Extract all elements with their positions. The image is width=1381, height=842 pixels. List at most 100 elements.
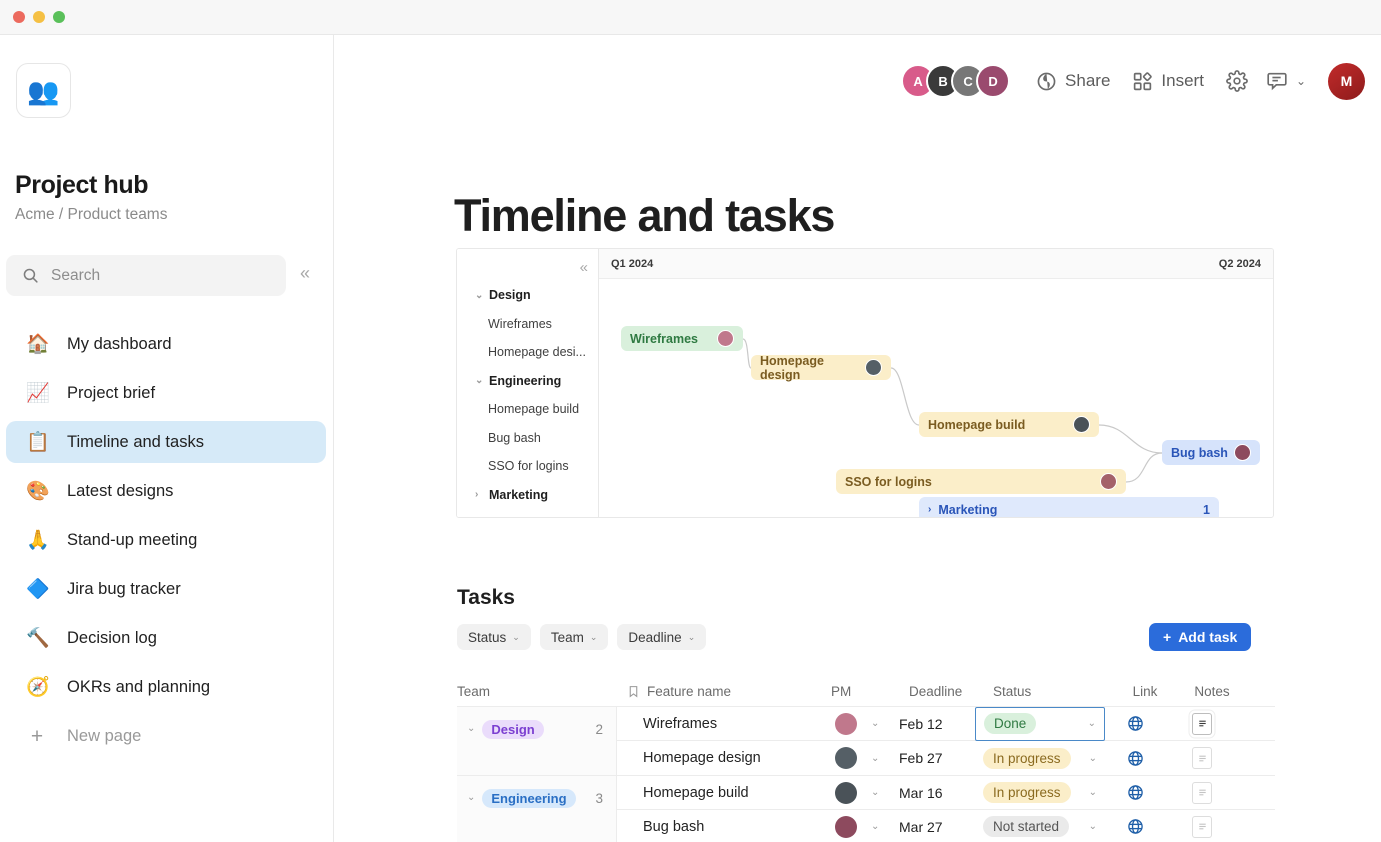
cell-link[interactable]: [1105, 818, 1165, 835]
chevron-down-icon[interactable]: ⌄: [467, 792, 475, 803]
chevron-right-icon: ›: [475, 489, 479, 501]
cell-notes[interactable]: [1165, 815, 1239, 838]
gantt-bar-sso-for-logins[interactable]: SSO for logins: [836, 469, 1126, 494]
column-header-feature-name[interactable]: Feature name: [627, 684, 831, 699]
chevron-down-icon[interactable]: ⌄: [871, 753, 899, 764]
cell-notes[interactable]: [1165, 712, 1239, 735]
gantt-bar-homepage-build[interactable]: Homepage build: [919, 412, 1099, 437]
minimize-window-button[interactable]: [33, 11, 45, 23]
cell-notes[interactable]: [1165, 781, 1239, 804]
table-row[interactable]: Bug bash ⌄ Mar 27 Not started ⌄: [617, 810, 1275, 842]
note-icon[interactable]: [1192, 781, 1212, 804]
window-titlebar: [0, 0, 1381, 35]
table-row[interactable]: Homepage design ⌄ Feb 27 In progress ⌄: [617, 741, 1275, 775]
share-button[interactable]: Share: [1036, 71, 1110, 92]
chevron-down-icon: ⌄: [475, 289, 484, 301]
cell-pm[interactable]: [821, 781, 871, 804]
cell-pm[interactable]: [821, 712, 871, 735]
column-header-deadline[interactable]: Deadline: [909, 684, 985, 699]
collapse-sidebar-button[interactable]: «: [300, 263, 310, 284]
add-task-label: Add task: [1178, 629, 1238, 645]
sidebar-item-jira-bug-tracker[interactable]: 🔷 Jira bug tracker: [6, 568, 326, 610]
maximize-window-button[interactable]: [53, 11, 65, 23]
cell-pm[interactable]: [821, 747, 871, 769]
sidebar-item-latest-designs[interactable]: 🎨 Latest designs: [6, 470, 326, 512]
cell-status[interactable]: In progress ⌄: [975, 776, 1105, 810]
cell-status[interactable]: In progress ⌄: [975, 741, 1105, 775]
profile-avatar[interactable]: M: [1328, 62, 1365, 100]
chevron-down-icon[interactable]: ⌄: [1089, 787, 1097, 798]
column-header-status[interactable]: Status: [985, 684, 1115, 699]
cell-deadline[interactable]: Mar 27: [899, 819, 975, 835]
gantt-bar-wireframes[interactable]: Wireframes: [621, 326, 743, 351]
gantt-bar-label: Homepage design: [760, 353, 824, 382]
search-input[interactable]: Search: [6, 255, 286, 296]
sidebar-item-project-brief[interactable]: 📈 Project brief: [6, 372, 326, 414]
cell-deadline[interactable]: Feb 12: [899, 716, 975, 732]
comments-button[interactable]: ⌄: [1266, 70, 1306, 92]
timeline-tree-item-homepage-build[interactable]: Homepage build: [457, 395, 598, 424]
timeline-tree-item-homepage-design[interactable]: Homepage desi...: [457, 338, 598, 367]
gantt-bar-homepage-design[interactable]: Homepage design: [751, 353, 891, 382]
chevron-down-icon[interactable]: ⌄: [871, 718, 899, 729]
sidebar-item-decision-log[interactable]: 🔨 Decision log: [6, 617, 326, 659]
timeline-tree-group-engineering[interactable]: ⌄ Engineering: [457, 367, 598, 396]
cell-status[interactable]: Not started ⌄: [975, 810, 1105, 842]
chevron-down-icon[interactable]: ⌄: [871, 821, 899, 832]
timeline-tree-item-sso-for-logins[interactable]: SSO for logins: [457, 452, 598, 481]
add-task-button[interactable]: + Add task: [1149, 623, 1252, 651]
close-window-button[interactable]: [13, 11, 25, 23]
note-icon[interactable]: [1192, 747, 1212, 769]
cell-feature-name[interactable]: Homepage build: [617, 785, 821, 801]
cell-deadline[interactable]: Mar 16: [899, 785, 975, 801]
insert-button[interactable]: Insert: [1132, 71, 1204, 92]
cell-link[interactable]: [1105, 750, 1165, 767]
timeline-tree-item-wireframes[interactable]: Wireframes: [457, 310, 598, 339]
avatar[interactable]: D: [976, 64, 1011, 98]
cell-pm[interactable]: [821, 815, 871, 838]
column-header-team[interactable]: Team: [457, 684, 627, 699]
gantt-bar-bug-bash[interactable]: Bug bash: [1162, 440, 1260, 465]
column-header-pm[interactable]: PM: [831, 684, 909, 699]
settings-button[interactable]: [1226, 70, 1248, 92]
note-icon[interactable]: [1192, 712, 1212, 735]
table-row[interactable]: Wireframes ⌄ Feb 12 Done ⌄: [617, 706, 1275, 741]
chevron-down-icon[interactable]: ⌄: [467, 723, 475, 734]
sidebar-item-timeline-and-tasks[interactable]: 📋 Timeline and tasks: [6, 421, 326, 463]
cell-feature-name[interactable]: Wireframes: [617, 716, 821, 732]
avatar: [717, 330, 734, 347]
timeline-tree-group-marketing[interactable]: › Marketing: [457, 481, 598, 510]
chevron-down-icon[interactable]: ⌄: [1088, 718, 1096, 729]
new-page-button[interactable]: + New page: [6, 715, 326, 757]
timeline-collapse-button[interactable]: «: [580, 259, 588, 276]
sidebar-item-my-dashboard[interactable]: 🏠 My dashboard: [6, 323, 326, 365]
cell-notes[interactable]: [1165, 747, 1239, 769]
table-row[interactable]: Homepage build ⌄ Mar 16 In progress ⌄: [617, 776, 1275, 810]
chevron-down-icon[interactable]: ⌄: [1089, 753, 1097, 764]
timeline-tree-group-design[interactable]: ⌄ Design: [457, 281, 598, 310]
filter-team-button[interactable]: Team ⌄: [539, 624, 609, 650]
sidebar-item-okrs-and-planning[interactable]: 🧭 OKRs and planning: [6, 666, 326, 708]
filter-status-button[interactable]: Status ⌄: [457, 624, 531, 650]
column-header-notes[interactable]: Notes: [1175, 684, 1249, 699]
note-icon[interactable]: [1192, 815, 1212, 838]
cell-feature-name[interactable]: Bug bash: [617, 819, 821, 835]
cell-link[interactable]: [1105, 784, 1165, 801]
group-team-cell[interactable]: ⌄ Engineering 3: [457, 776, 617, 842]
filter-deadline-button[interactable]: Deadline ⌄: [617, 624, 707, 650]
workspace-icon[interactable]: 👥: [16, 63, 71, 118]
chevron-down-icon[interactable]: ⌄: [871, 787, 899, 798]
chevron-down-icon[interactable]: ⌄: [1089, 821, 1097, 832]
table-group-design: ⌄ Design 2 Wireframes ⌄ Feb 12 Done ⌄ Ho…: [457, 706, 1275, 776]
sidebar-item-stand-up-meeting[interactable]: 🙏 Stand-up meeting: [6, 519, 326, 561]
gantt-group-marketing[interactable]: › Marketing 1: [919, 497, 1219, 517]
avatar: [835, 815, 857, 838]
cell-feature-name[interactable]: Homepage design: [617, 750, 821, 766]
cell-status-selected[interactable]: Done ⌄: [975, 706, 1105, 741]
timeline-tree-item-bug-bash[interactable]: Bug bash: [457, 424, 598, 453]
cell-link[interactable]: [1105, 715, 1165, 732]
group-team-cell[interactable]: ⌄ Design 2: [457, 707, 617, 775]
cell-deadline[interactable]: Feb 27: [899, 750, 975, 766]
table-header-row: Team Feature name PM Deadline Status Lin…: [457, 676, 1275, 706]
column-header-link[interactable]: Link: [1115, 684, 1175, 699]
